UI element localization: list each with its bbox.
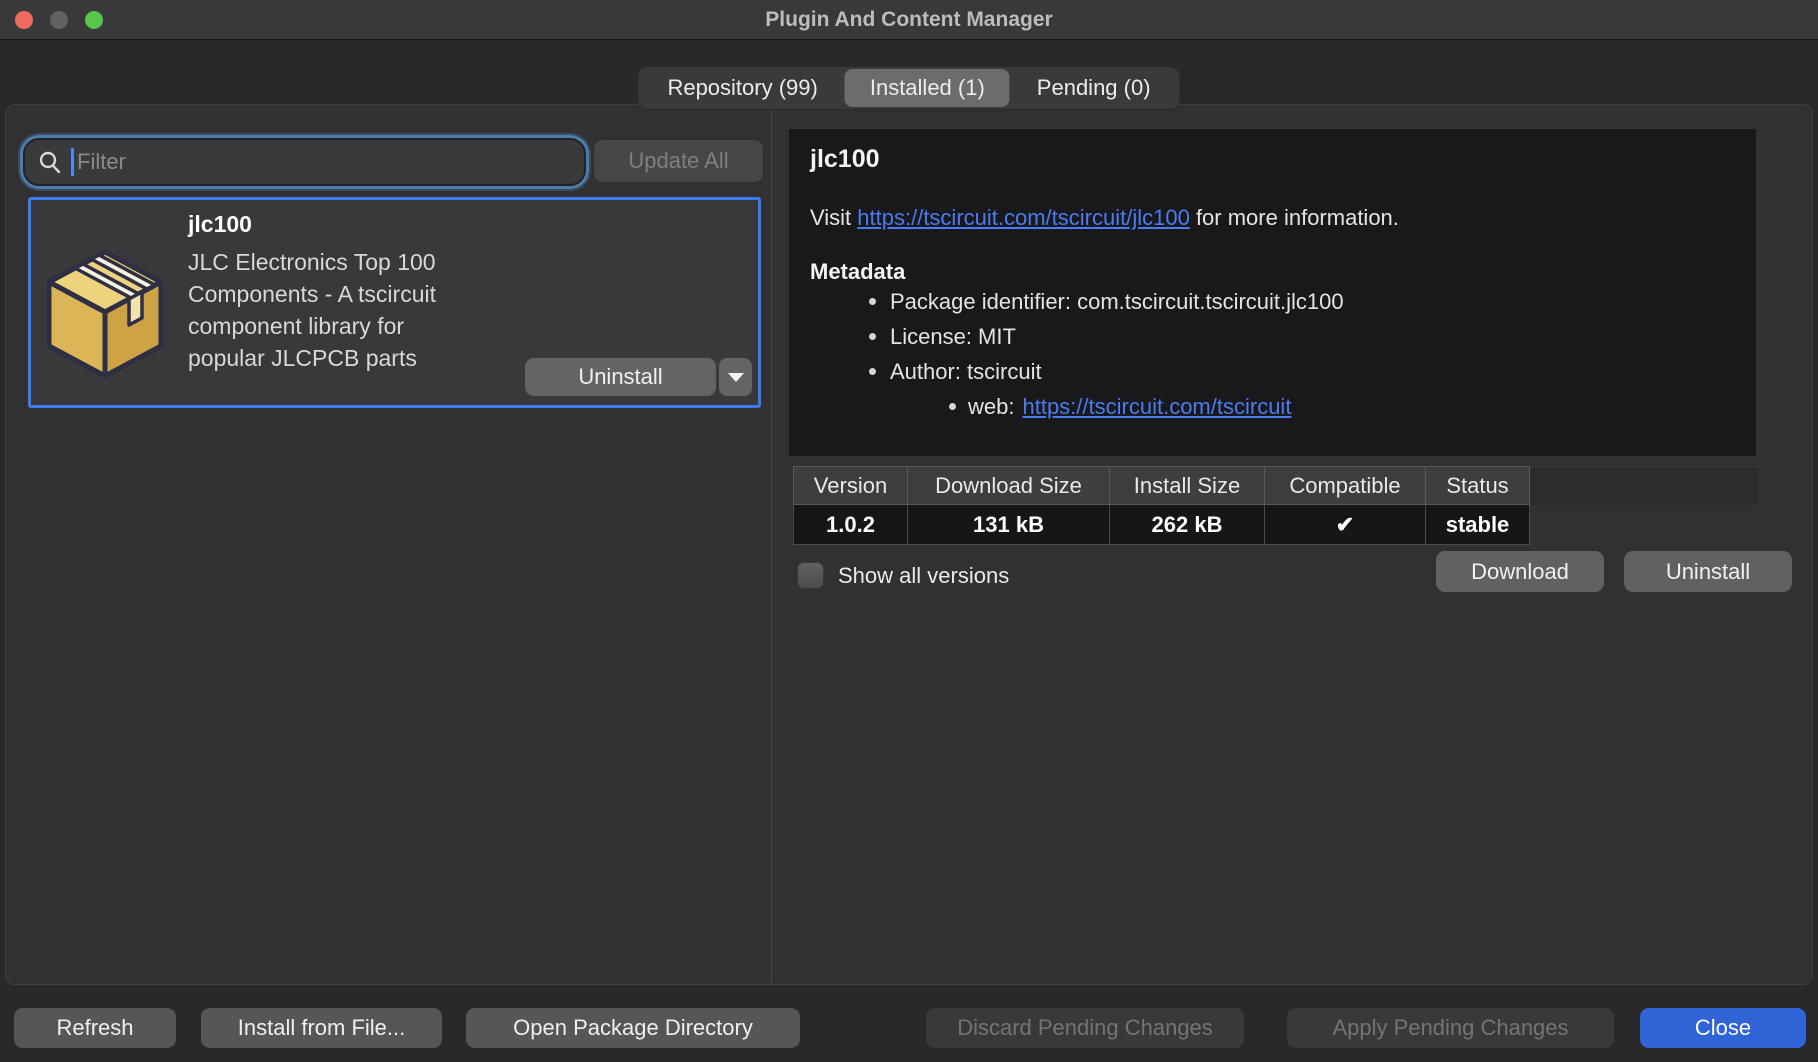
show-all-versions-label: Show all versions — [838, 562, 1009, 589]
table-cell[interactable]: ✔ — [1265, 505, 1426, 545]
versions-table: VersionDownload SizeInstall SizeCompatib… — [793, 466, 1758, 545]
tab-installed[interactable]: Installed (1) — [845, 69, 1010, 107]
card-uninstall-dropdown-button[interactable] — [719, 358, 752, 396]
apply-pending-changes-button[interactable]: Apply Pending Changes — [1287, 1008, 1614, 1048]
table-row[interactable]: 1.0.2131 kB262 kB✔stable — [793, 505, 1758, 545]
details-visit-line: Visit https://tscircuit.com/tscircuit/jl… — [810, 205, 1399, 231]
table-header-cell: Status — [1426, 466, 1530, 505]
web-label: web: — [968, 394, 1014, 420]
metadata-list: Package identifier: com.tscircuit.tscirc… — [869, 284, 1344, 389]
title-bar: Plugin And Content Manager — [0, 0, 1818, 40]
visit-suffix: for more information. — [1190, 205, 1399, 230]
card-uninstall-button[interactable]: Uninstall — [525, 358, 716, 396]
bullet-icon — [869, 298, 876, 305]
visit-prefix: Visit — [810, 205, 857, 230]
discard-pending-changes-button[interactable]: Discard Pending Changes — [926, 1008, 1244, 1048]
package-description-line: popular JLCPCB parts — [188, 342, 436, 374]
details-heading: jlc100 — [810, 145, 880, 174]
metadata-item: Package identifier: com.tscircuit.tscirc… — [869, 284, 1344, 319]
package-name: jlc100 — [188, 211, 252, 238]
package-card[interactable]: jlc100 JLC Electronics Top 100Components… — [28, 197, 761, 408]
package-description-line: component library for — [188, 310, 436, 342]
bullet-icon — [869, 368, 876, 375]
uninstall-button[interactable]: Uninstall — [1624, 551, 1792, 592]
tab-repository[interactable]: Repository (99) — [640, 66, 844, 110]
metadata-item-text: License: MIT — [890, 324, 1016, 350]
table-cell[interactable]: 1.0.2 — [793, 505, 908, 545]
table-header-cell: Download Size — [908, 466, 1110, 505]
table-header-cell: Install Size — [1110, 466, 1265, 505]
versions-table-body: 1.0.2131 kB262 kB✔stable — [793, 505, 1758, 545]
window-title: Plugin And Content Manager — [0, 0, 1818, 40]
tab-bar: Repository (99) Installed (1) Pending (0… — [637, 66, 1180, 110]
filter-input[interactable] — [77, 142, 584, 182]
metadata-item: License: MIT — [869, 319, 1344, 354]
open-package-directory-button[interactable]: Open Package Directory — [466, 1008, 800, 1048]
install-from-file-button[interactable]: Install from File... — [201, 1008, 442, 1048]
table-cell[interactable]: 262 kB — [1110, 505, 1265, 545]
search-icon — [38, 150, 62, 174]
chevron-down-icon — [728, 373, 744, 382]
table-header-cell: Version — [793, 466, 908, 505]
package-details-pane: jlc100 Visit https://tscircuit.com/tscir… — [789, 129, 1756, 456]
show-all-versions-checkbox[interactable] — [797, 562, 824, 589]
update-all-button[interactable]: Update All — [594, 140, 763, 182]
package-icon — [39, 244, 171, 386]
package-description-line: Components - A tscircuit — [188, 278, 436, 310]
bullet-icon — [949, 403, 956, 410]
table-header-cell: Compatible — [1265, 466, 1426, 505]
metadata-item-text: Author: tscircuit — [890, 359, 1042, 385]
close-button[interactable]: Close — [1640, 1008, 1806, 1048]
tab-pending[interactable]: Pending (0) — [1010, 66, 1178, 110]
plugin-content-manager-window: Plugin And Content Manager Repository (9… — [0, 0, 1818, 1062]
package-description: JLC Electronics Top 100Components - A ts… — [188, 246, 436, 374]
author-web-link[interactable]: https://tscircuit.com/tscircuit — [1022, 394, 1291, 420]
table-header-filler — [1530, 466, 1758, 505]
table-cell[interactable]: stable — [1426, 505, 1530, 545]
metadata-item-text: Package identifier: com.tscircuit.tscirc… — [890, 289, 1344, 315]
versions-table-header: VersionDownload SizeInstall SizeCompatib… — [793, 466, 1758, 505]
refresh-button[interactable]: Refresh — [14, 1008, 176, 1048]
bullet-icon — [869, 333, 876, 340]
panel-divider — [771, 106, 772, 983]
text-cursor — [71, 148, 74, 176]
filter-field[interactable] — [23, 138, 586, 186]
metadata-item: Author: tscircuit — [869, 354, 1344, 389]
package-description-line: JLC Electronics Top 100 — [188, 246, 436, 278]
package-page-link[interactable]: https://tscircuit.com/tscircuit/jlc100 — [857, 205, 1190, 230]
download-button[interactable]: Download — [1436, 551, 1604, 592]
table-cell[interactable]: 131 kB — [908, 505, 1110, 545]
metadata-heading: Metadata — [810, 259, 905, 285]
metadata-web-item: web: https://tscircuit.com/tscircuit — [949, 389, 1291, 424]
